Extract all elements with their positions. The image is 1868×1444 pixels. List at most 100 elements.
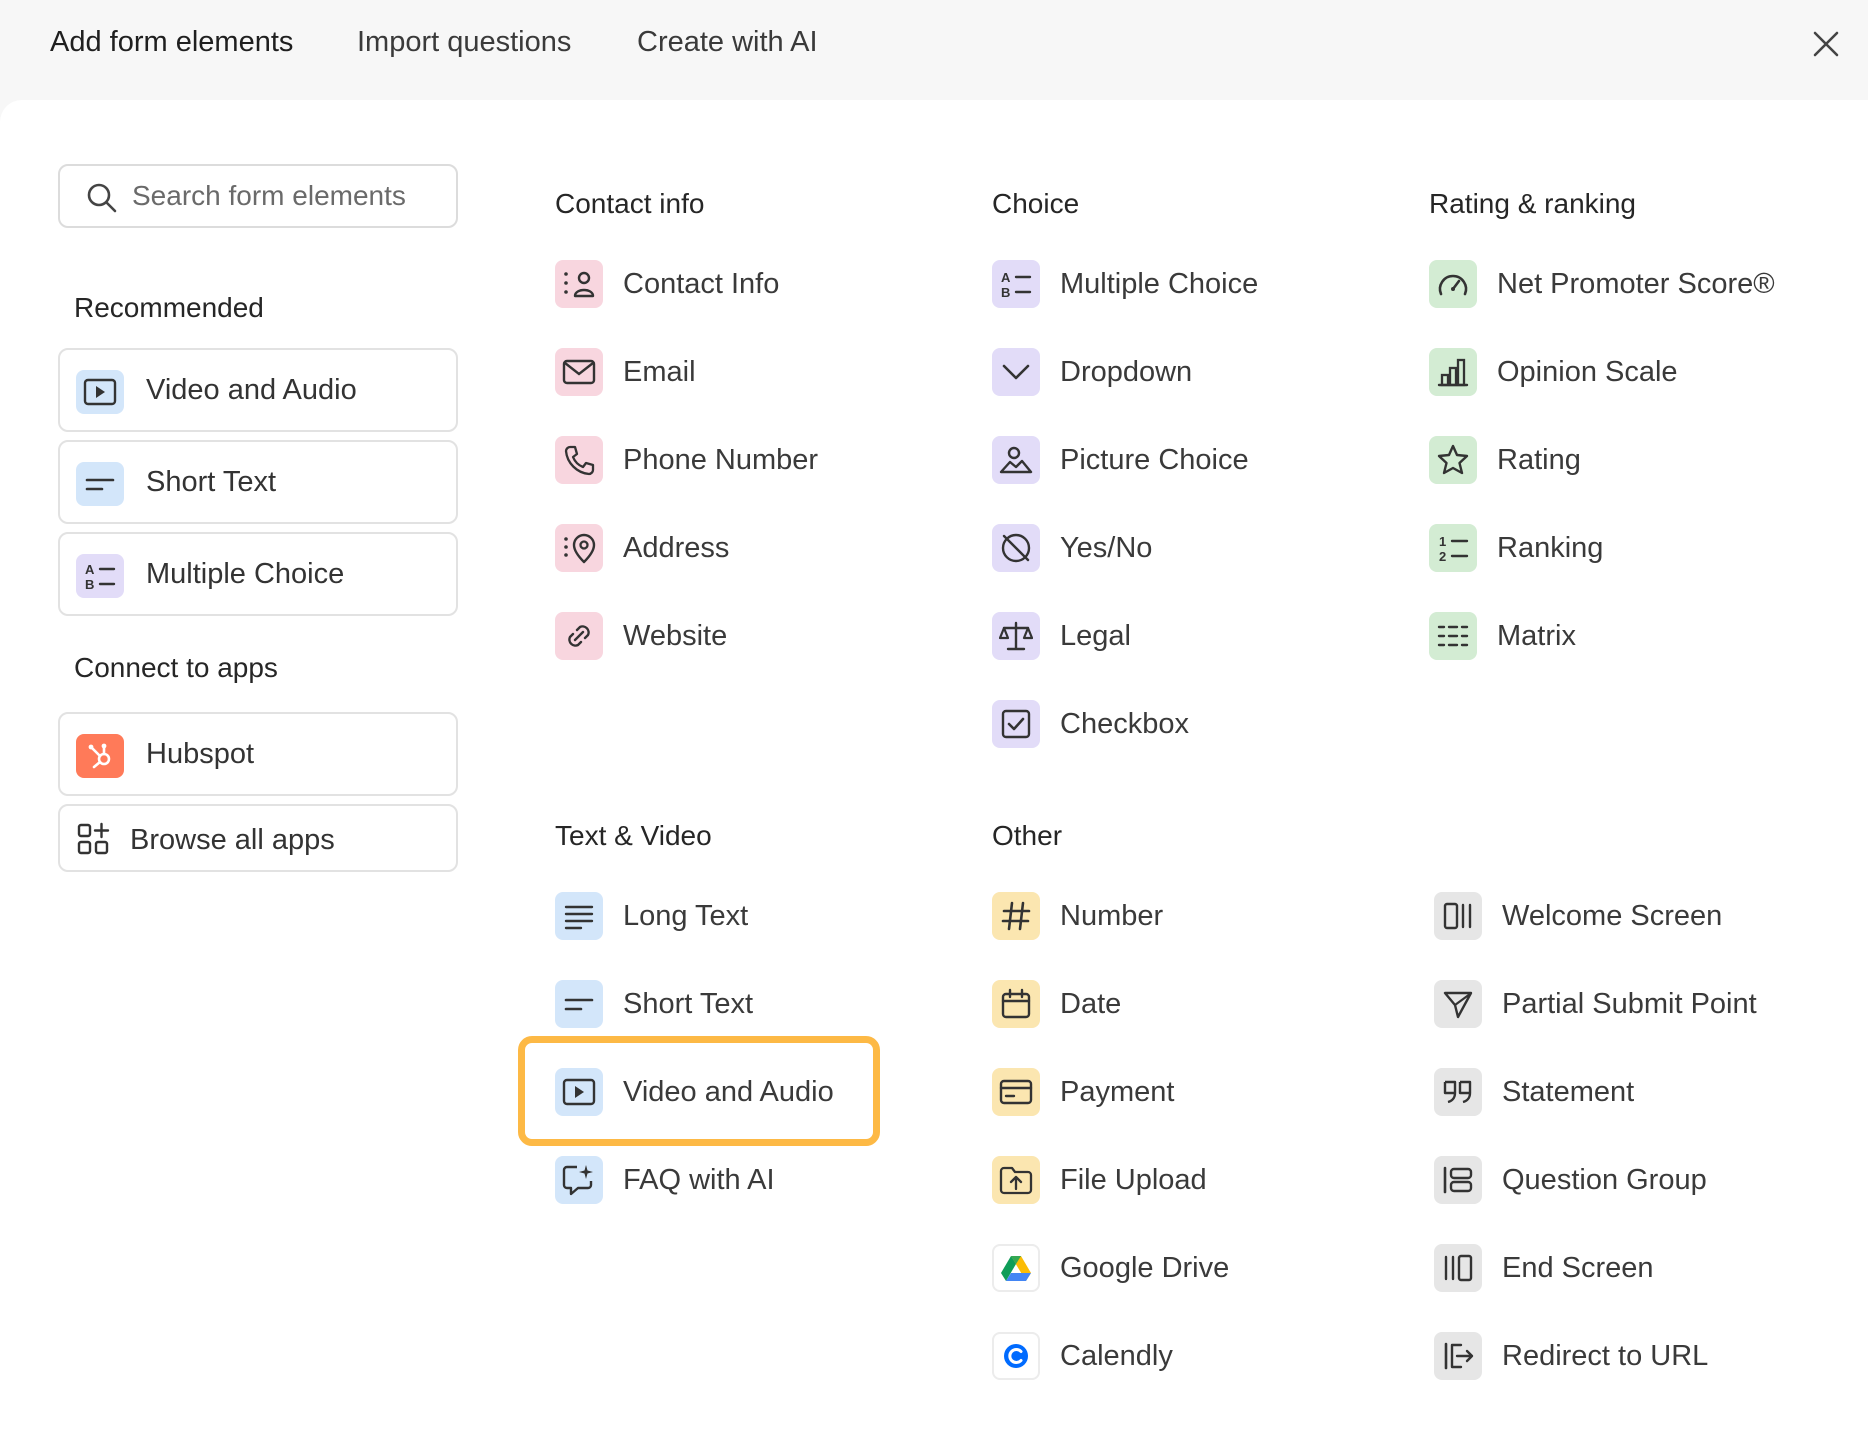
end-screen-icon (1434, 1244, 1482, 1292)
svg-text:1: 1 (1439, 534, 1446, 549)
app-label: Hubspot (146, 738, 255, 770)
element-multiple-choice[interactable]: AB Multiple Choice (992, 260, 1392, 312)
element-net-promoter-score[interactable]: Net Promoter Score® (1429, 260, 1829, 312)
star-icon (1429, 436, 1477, 484)
hash-icon (992, 892, 1040, 940)
svg-text:B: B (85, 577, 94, 592)
element-date[interactable]: Date (992, 980, 1392, 1032)
tab-import-questions[interactable]: Import questions (357, 26, 571, 59)
scale-icon (992, 612, 1040, 660)
element-checkbox[interactable]: Checkbox (992, 700, 1392, 752)
short-text-icon (555, 980, 603, 1028)
recommended-heading: Recommended (74, 292, 264, 323)
element-calendly[interactable]: Calendly (992, 1332, 1392, 1384)
quote-icon (1434, 1068, 1482, 1116)
search-box[interactable] (58, 164, 458, 228)
search-input[interactable] (132, 174, 442, 218)
element-dropdown[interactable]: Dropdown (992, 348, 1392, 400)
element-statement[interactable]: Statement (1434, 1068, 1834, 1120)
element-label: Statement (1502, 1076, 1635, 1108)
location-icon (555, 524, 603, 572)
picture-icon (992, 436, 1040, 484)
element-label: Ranking (1497, 532, 1604, 564)
google-drive-icon (992, 1244, 1040, 1292)
element-label: FAQ with AI (623, 1164, 775, 1196)
element-legal[interactable]: Legal (992, 612, 1392, 664)
element-ranking[interactable]: 12 Ranking (1429, 524, 1829, 576)
element-video-and-audio[interactable]: Video and Audio (555, 1068, 955, 1120)
checkbox-icon (992, 700, 1040, 748)
tab-add-form-elements[interactable]: Add form elements (50, 26, 293, 59)
element-label: Address (623, 532, 730, 564)
top-bar: Add form elements Import questions Creat… (0, 0, 1868, 100)
element-email[interactable]: Email (555, 348, 955, 400)
element-file-upload[interactable]: File Upload (992, 1156, 1392, 1208)
element-payment[interactable]: Payment (992, 1068, 1392, 1120)
recommended-label: Short Text (146, 466, 277, 498)
element-label: Matrix (1497, 620, 1576, 652)
redirect-icon (1434, 1332, 1482, 1380)
send-icon (1434, 980, 1482, 1028)
recommended-short-text[interactable]: Short Text (58, 440, 458, 524)
element-label: Multiple Choice (1060, 268, 1259, 300)
element-label: Redirect to URL (1502, 1340, 1709, 1372)
recommended-multiple-choice[interactable]: AB Multiple Choice (58, 532, 458, 616)
element-label: Short Text (623, 988, 754, 1020)
hubspot-icon (76, 734, 124, 778)
element-opinion-scale[interactable]: Opinion Scale (1429, 348, 1829, 400)
element-label: Email (623, 356, 696, 388)
multiple-choice-icon: AB (992, 260, 1040, 308)
element-label: Question Group (1502, 1164, 1707, 1196)
element-question-group[interactable]: Question Group (1434, 1156, 1834, 1208)
recommended-label: Video and Audio (146, 374, 357, 406)
element-label: Number (1060, 900, 1164, 932)
element-faq-with-ai[interactable]: FAQ with AI (555, 1156, 955, 1208)
element-number[interactable]: Number (992, 892, 1392, 944)
element-yes-no[interactable]: Yes/No (992, 524, 1392, 576)
element-label: Website (623, 620, 728, 652)
element-label: End Screen (1502, 1252, 1654, 1284)
element-address[interactable]: Address (555, 524, 955, 576)
contact-info-heading: Contact info (555, 188, 705, 219)
element-google-drive[interactable]: Google Drive (992, 1244, 1392, 1296)
element-welcome-screen[interactable]: Welcome Screen (1434, 892, 1834, 944)
close-icon[interactable] (1810, 28, 1842, 60)
element-picture-choice[interactable]: Picture Choice (992, 436, 1392, 488)
browse-all-apps[interactable]: Browse all apps (58, 804, 458, 872)
element-label: Welcome Screen (1502, 900, 1723, 932)
tab-create-with-ai[interactable]: Create with AI (637, 26, 818, 59)
calendar-icon (992, 980, 1040, 1028)
yes-no-icon (992, 524, 1040, 572)
element-label: Partial Submit Point (1502, 988, 1757, 1020)
element-label: Date (1060, 988, 1122, 1020)
text-video-heading: Text & Video (555, 820, 712, 851)
element-rating[interactable]: Rating (1429, 436, 1829, 488)
phone-icon (555, 436, 603, 484)
long-text-icon (555, 892, 603, 940)
element-contact-info[interactable]: Contact Info (555, 260, 955, 312)
element-label: Long Text (623, 900, 749, 932)
app-hubspot[interactable]: Hubspot (58, 712, 458, 796)
element-short-text[interactable]: Short Text (555, 980, 955, 1032)
element-long-text[interactable]: Long Text (555, 892, 955, 944)
element-website[interactable]: Website (555, 612, 955, 664)
recommended-label: Multiple Choice (146, 558, 345, 590)
short-text-icon (76, 462, 124, 506)
element-label: Checkbox (1060, 708, 1189, 740)
play-icon (76, 370, 124, 414)
link-icon (555, 612, 603, 660)
element-phone-number[interactable]: Phone Number (555, 436, 955, 488)
element-label: File Upload (1060, 1164, 1207, 1196)
rating-ranking-heading: Rating & ranking (1429, 188, 1637, 219)
element-end-screen[interactable]: End Screen (1434, 1244, 1834, 1296)
recommended-video-and-audio[interactable]: Video and Audio (58, 348, 458, 432)
element-label: Yes/No (1060, 532, 1153, 564)
element-label: Google Drive (1060, 1252, 1230, 1284)
element-redirect-to-url[interactable]: Redirect to URL (1434, 1332, 1834, 1384)
element-matrix[interactable]: Matrix (1429, 612, 1829, 664)
play-icon (555, 1068, 603, 1116)
element-partial-submit-point[interactable]: Partial Submit Point (1434, 980, 1834, 1032)
credit-card-icon (992, 1068, 1040, 1116)
element-label: Calendly (1060, 1340, 1173, 1372)
element-label: Rating (1497, 444, 1581, 476)
